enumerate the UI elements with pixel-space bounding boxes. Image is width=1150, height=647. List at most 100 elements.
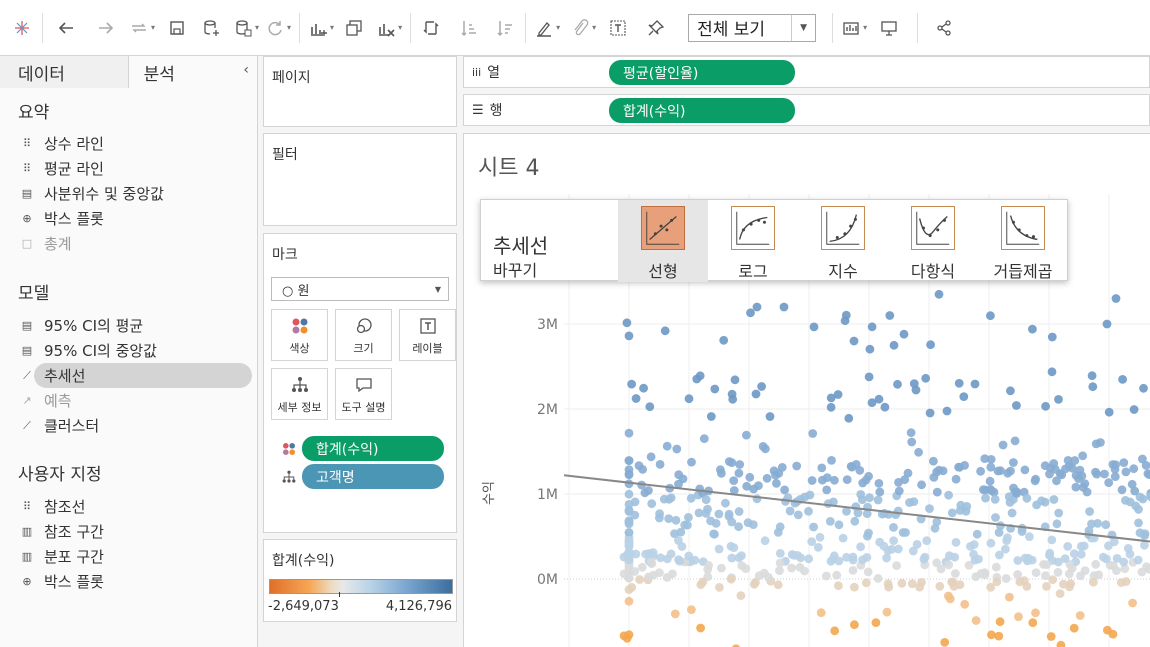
scatter-point[interactable]: [1133, 555, 1143, 565]
item-constant-line[interactable]: ⠿ 상수 라인: [0, 131, 257, 156]
scatter-point[interactable]: [987, 486, 996, 495]
scatter-point[interactable]: [848, 566, 858, 575]
scatter-point[interactable]: [1060, 554, 1070, 563]
scatter-point[interactable]: [1070, 456, 1080, 465]
filters-card[interactable]: 필터: [263, 133, 457, 226]
scatter-point[interactable]: [1112, 554, 1122, 563]
scatter-point[interactable]: [711, 519, 721, 528]
scatter-point[interactable]: [894, 486, 904, 496]
scatter-point[interactable]: [751, 389, 761, 399]
fix-axes-pin-icon[interactable]: [644, 13, 668, 43]
scatter-point[interactable]: [882, 607, 892, 617]
scatter-point[interactable]: [815, 532, 825, 542]
scatter-point[interactable]: [807, 476, 817, 485]
scatter-point[interactable]: [944, 490, 953, 500]
scatter-point[interactable]: [905, 498, 914, 507]
scatter-point[interactable]: [760, 536, 770, 546]
trend-option-linear[interactable]: 선형: [618, 200, 708, 282]
scatter-point[interactable]: [813, 543, 823, 552]
scatter-point[interactable]: [842, 552, 851, 562]
scatter-point[interactable]: [922, 536, 932, 546]
scatter-point[interactable]: [1042, 582, 1051, 591]
scatter-point[interactable]: [624, 573, 634, 583]
scatter-point[interactable]: [777, 463, 787, 472]
scatter-point[interactable]: [889, 536, 898, 545]
scatter-point[interactable]: [960, 599, 970, 609]
detail-field-pill[interactable]: 고객명: [302, 464, 444, 489]
scatter-point[interactable]: [666, 493, 676, 503]
scatter-point[interactable]: [624, 585, 634, 594]
scatter-point[interactable]: [762, 473, 772, 483]
scatter-point[interactable]: [850, 620, 859, 630]
scatter-point[interactable]: [880, 402, 890, 412]
trend-line[interactable]: [563, 474, 1150, 543]
scatter-point[interactable]: [980, 454, 990, 463]
scatter-point[interactable]: [638, 465, 647, 474]
scatter-point[interactable]: [1045, 548, 1055, 558]
scatter-point[interactable]: [873, 574, 883, 583]
scatter-point[interactable]: [1078, 451, 1088, 461]
trend-option-log[interactable]: 로그: [708, 200, 798, 282]
scatter-point[interactable]: [1025, 532, 1034, 542]
scatter-point[interactable]: [624, 596, 634, 606]
scatter-point[interactable]: [864, 372, 874, 382]
scatter-point[interactable]: [1013, 556, 1023, 565]
scatter-point[interactable]: [1028, 324, 1037, 334]
scatter-point[interactable]: [655, 460, 665, 469]
scatter-point[interactable]: [1069, 623, 1079, 633]
scatter-point[interactable]: [867, 322, 877, 332]
scatter-point[interactable]: [826, 393, 836, 403]
show-me-icon[interactable]: ▾: [841, 13, 867, 43]
scatter-point[interactable]: [822, 571, 831, 581]
scatter-point[interactable]: [1110, 472, 1120, 481]
scatter-point[interactable]: [1100, 469, 1109, 479]
scatter-point[interactable]: [1049, 495, 1059, 504]
scatter-point[interactable]: [1087, 371, 1097, 381]
scatter-point[interactable]: [996, 466, 1005, 475]
scatter-point[interactable]: [987, 630, 996, 640]
scatter-point[interactable]: [1020, 465, 1030, 475]
item-quartile-median[interactable]: ▤ 사분위수 및 중앙값: [0, 181, 257, 206]
scatter-point[interactable]: [885, 311, 895, 320]
swap-axes-icon[interactable]: [419, 13, 443, 43]
scatter-point[interactable]: [1054, 395, 1063, 404]
item-ci-mean[interactable]: ▤ 95% CI의 평균: [0, 313, 257, 338]
scatter-point[interactable]: [1020, 553, 1030, 563]
sort-ascending-icon[interactable]: [457, 13, 481, 43]
scatter-point[interactable]: [727, 389, 737, 399]
item-box-plot-custom[interactable]: ⊕ 박스 플롯: [0, 569, 257, 594]
scatter-point[interactable]: [994, 631, 1004, 641]
scatter-point[interactable]: [850, 582, 859, 592]
scatter-point[interactable]: [830, 626, 840, 636]
new-datasource-icon[interactable]: [199, 13, 223, 43]
scatter-point[interactable]: [752, 302, 762, 312]
scatter-point[interactable]: [1009, 458, 1018, 467]
scatter-point[interactable]: [805, 490, 815, 500]
scatter-point[interactable]: [1139, 383, 1148, 393]
scatter-point[interactable]: [832, 570, 842, 580]
collapse-pane-icon[interactable]: ‹: [243, 62, 249, 78]
scatter-point[interactable]: [678, 474, 688, 484]
scatter-point[interactable]: [936, 564, 946, 574]
scatter-point[interactable]: [646, 557, 656, 567]
scatter-point[interactable]: [676, 527, 686, 537]
scatter-point[interactable]: [764, 573, 773, 582]
scatter-point[interactable]: [809, 322, 819, 332]
scatter-point[interactable]: [1076, 541, 1086, 551]
scatter-point[interactable]: [804, 506, 813, 516]
scatter-point[interactable]: [849, 336, 859, 346]
scatter-point[interactable]: [624, 428, 634, 438]
scatter-point[interactable]: [737, 561, 747, 571]
scatter-point[interactable]: [715, 583, 724, 592]
scatter-point[interactable]: [897, 579, 907, 588]
mark-type-select[interactable]: ○ 원 ▼: [271, 277, 449, 301]
scatter-point[interactable]: [1121, 496, 1130, 505]
scatter-point[interactable]: [1075, 611, 1085, 620]
trend-option-power[interactable]: 거듭제곱: [978, 200, 1068, 282]
group-icon[interactable]: ▾: [570, 13, 596, 43]
scatter-point[interactable]: [1001, 544, 1010, 554]
scatter-point[interactable]: [1089, 577, 1098, 587]
scatter-point[interactable]: [838, 533, 848, 543]
scatter-point[interactable]: [981, 493, 990, 503]
scatter-point[interactable]: [1085, 507, 1094, 516]
